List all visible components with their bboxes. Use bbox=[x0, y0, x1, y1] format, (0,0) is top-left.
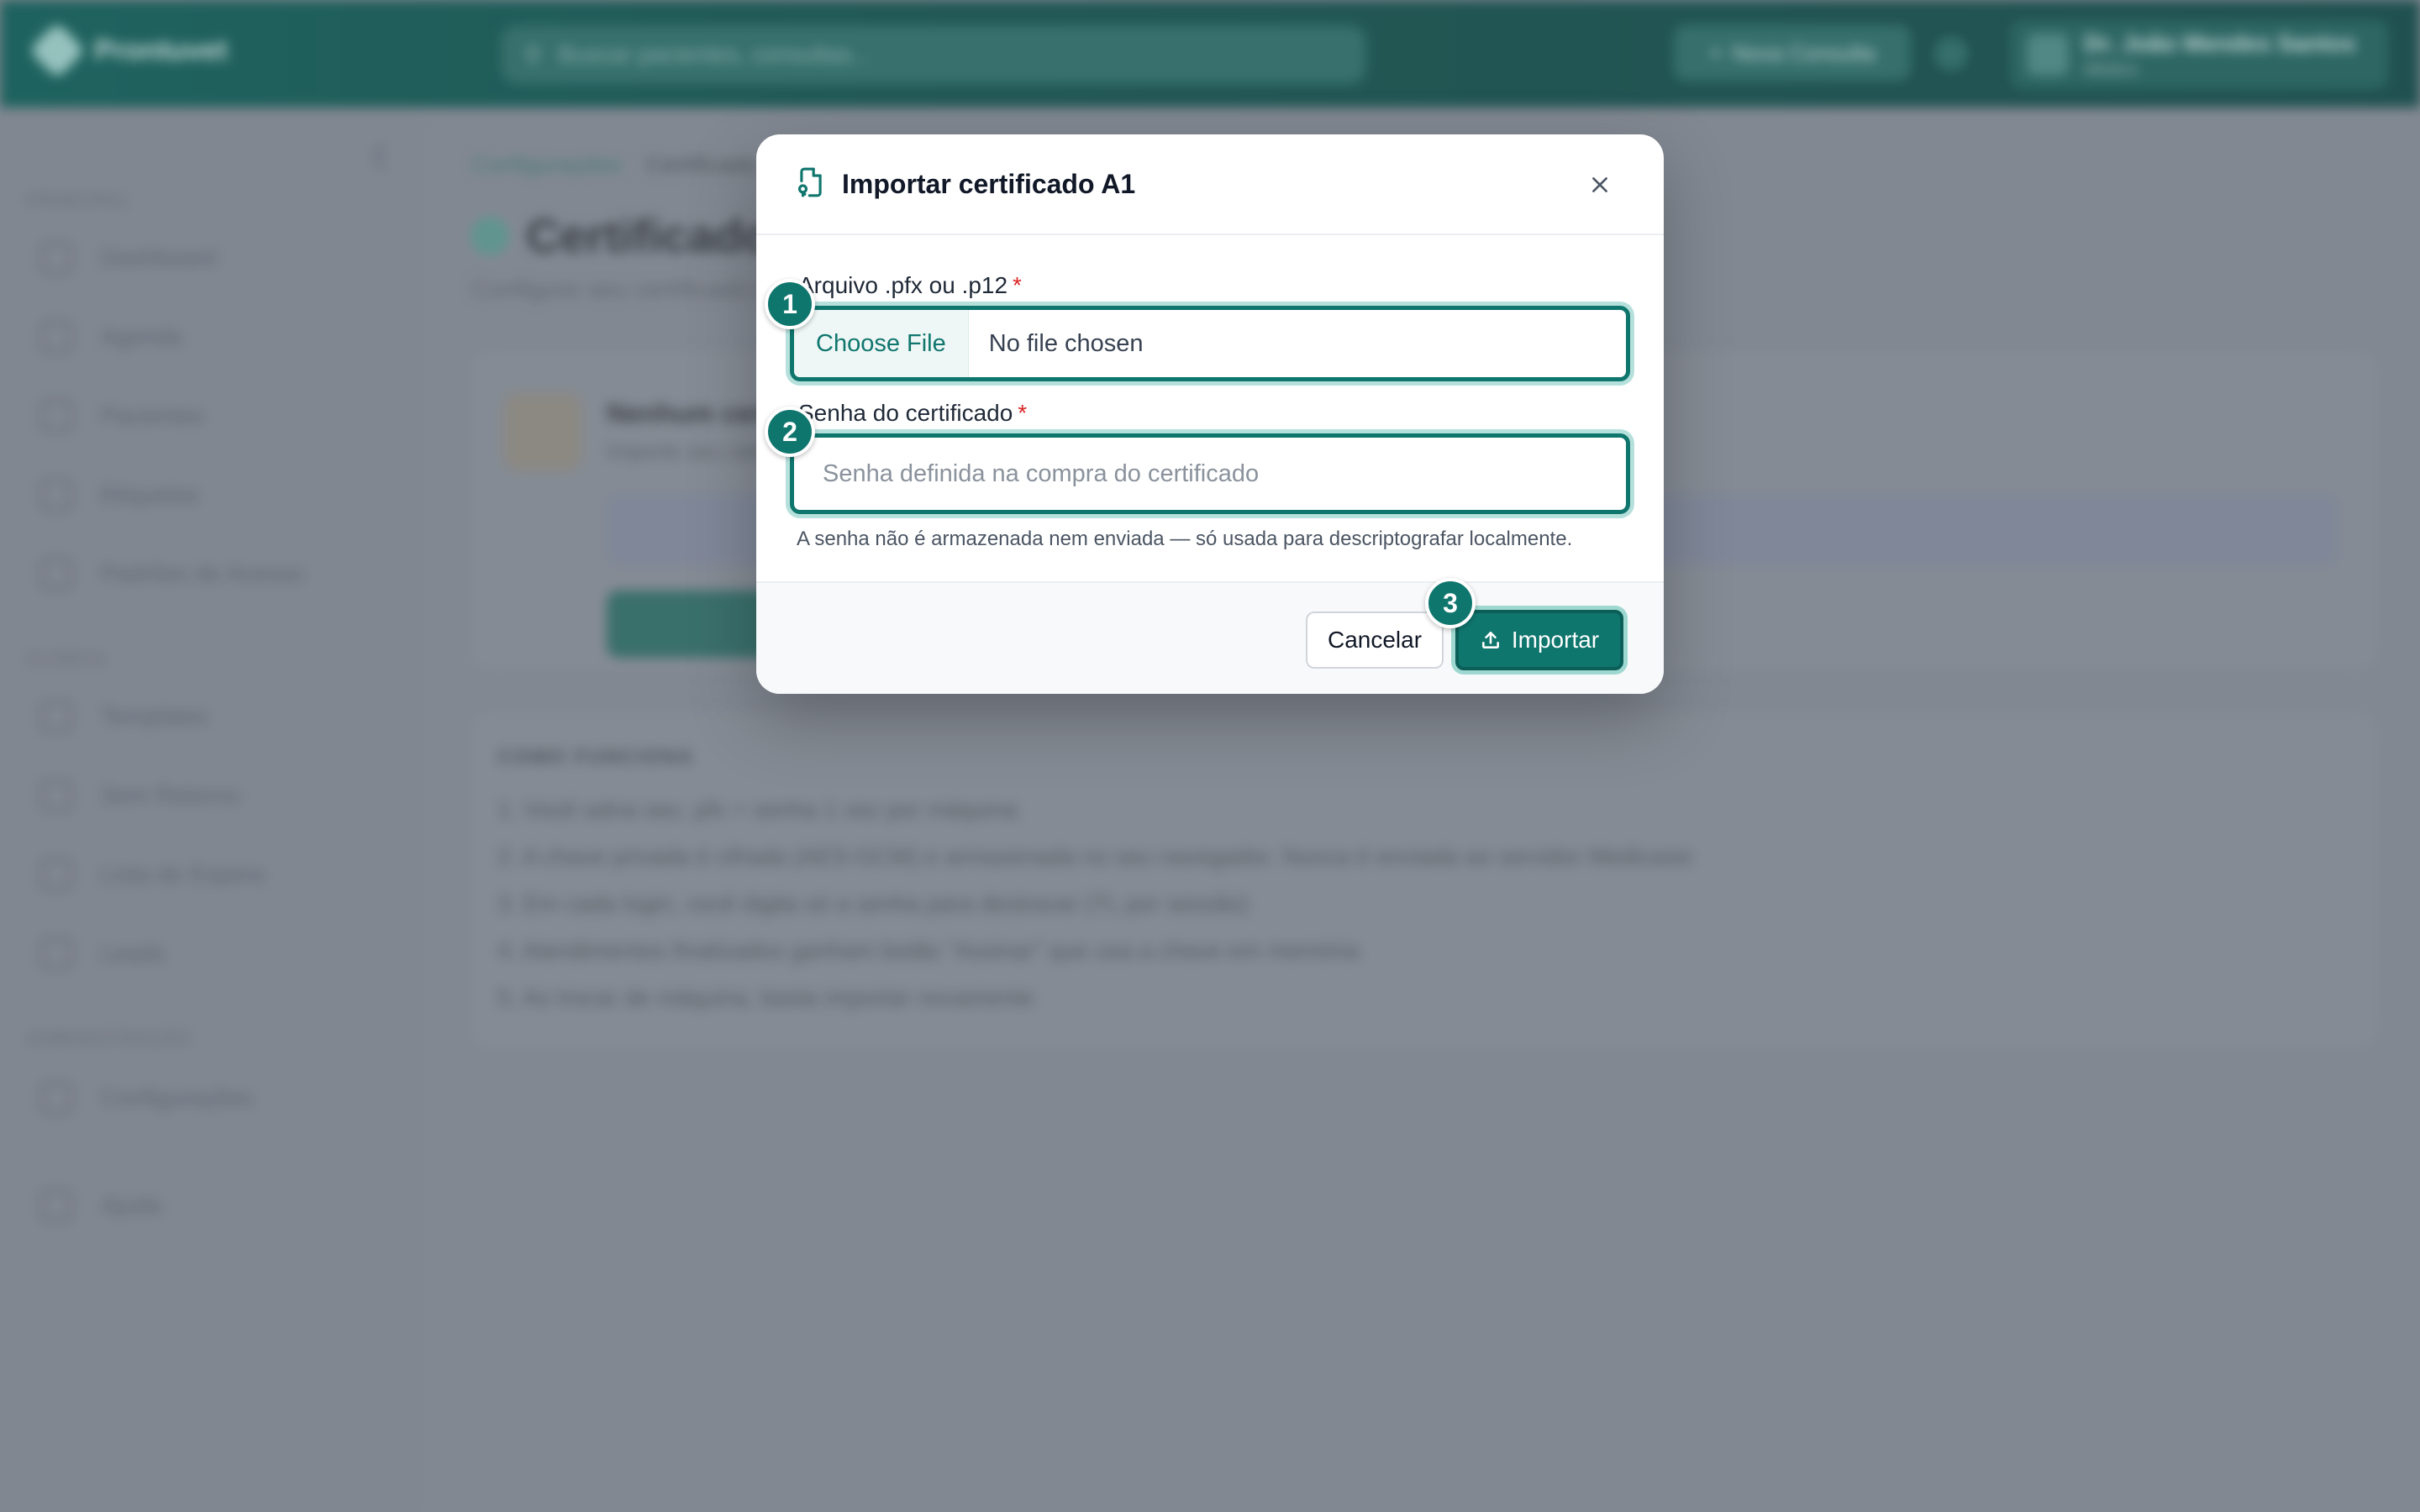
step-marker-2: 2 bbox=[765, 407, 815, 457]
file-field-label: Arquivo .pfx ou .p12 * bbox=[798, 272, 1022, 299]
import-button-label: Importar bbox=[1511, 627, 1600, 653]
certificate-password-input[interactable] bbox=[790, 433, 1630, 514]
file-key-icon bbox=[795, 165, 827, 203]
dialog-header: Importar certificado A1 bbox=[756, 134, 1664, 235]
import-button[interactable]: Importar bbox=[1455, 610, 1623, 670]
password-hint: A senha não é armazenada nem enviada — s… bbox=[797, 528, 1573, 550]
close-button[interactable] bbox=[1583, 168, 1617, 202]
step-marker-1: 1 bbox=[765, 279, 815, 329]
cancel-button[interactable]: Cancelar bbox=[1306, 612, 1444, 669]
dialog-title: Importar certificado A1 bbox=[842, 168, 1136, 199]
password-field-label: Senha do certificado * bbox=[798, 400, 1027, 427]
step-marker-3: 3 bbox=[1425, 578, 1476, 628]
upload-icon bbox=[1481, 632, 1499, 648]
required-mark: * bbox=[1018, 400, 1028, 426]
file-status: No file chosen bbox=[988, 329, 1144, 357]
certificate-file-input[interactable]: Choose File No file chosen bbox=[790, 306, 1630, 381]
import-certificate-dialog: Importar certificado A1 Arquivo .pfx ou … bbox=[756, 134, 1664, 694]
required-mark: * bbox=[1013, 272, 1022, 298]
password-label-text: Senha do certificado bbox=[798, 400, 1013, 426]
file-label-text: Arquivo .pfx ou .p12 bbox=[798, 272, 1008, 298]
dialog-footer: Cancelar Importar bbox=[756, 581, 1664, 694]
choose-file-button[interactable]: Choose File bbox=[794, 310, 969, 377]
dialog-body: Arquivo .pfx ou .p12 * Choose File No fil… bbox=[756, 235, 1664, 550]
close-icon bbox=[1592, 177, 1607, 192]
